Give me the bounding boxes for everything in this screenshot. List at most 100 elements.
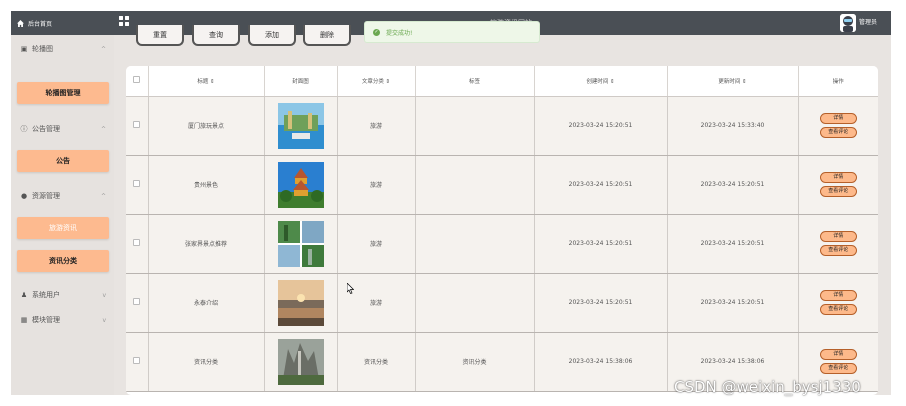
cell-tag — [415, 155, 535, 215]
column-header-updated[interactable]: 更新时间 ⇕ — [667, 66, 799, 97]
row-checkbox[interactable] — [133, 357, 141, 364]
data-table-card: 标题 ⇕ 封面图 文章分类 ⇕ 标签 创建时间 ⇕ 更新时间 ⇕ 操作 厦门旅玩… — [126, 66, 878, 395]
detail-button[interactable]: 详情 — [819, 349, 857, 360]
cell-category: 旅游 — [337, 96, 416, 156]
cover-image — [277, 279, 324, 326]
sidebar-menu-carousel[interactable]: ▣ 轮播图 ^ — [11, 38, 114, 60]
data-table: 标题 ⇕ 封面图 文章分类 ⇕ 标签 创建时间 ⇕ 更新时间 ⇕ 操作 厦门旅玩… — [126, 66, 878, 392]
home-link[interactable]: 后台首页 — [17, 11, 52, 35]
sidebar-menu-users[interactable]: ♟ 系统用户 v — [11, 284, 114, 306]
cell-created: 2023-03-24 15:20:51 — [534, 155, 668, 215]
sidebar-menu-label: 模块管理 — [32, 316, 60, 324]
location-icon: ● — [20, 192, 28, 200]
sidebar-menu-notice[interactable]: ⓘ 公告管理 ^ — [11, 118, 114, 140]
user-icon: ♟ — [20, 291, 28, 299]
sidebar-menu-label: 资源管理 — [32, 192, 60, 200]
admin-label[interactable]: 管理员 — [859, 11, 877, 35]
menu-toggle-icon[interactable] — [119, 16, 130, 27]
query-button[interactable]: 查询 — [192, 25, 240, 46]
row-checkbox[interactable] — [133, 239, 141, 246]
cell-tag — [415, 214, 535, 274]
row-checkbox[interactable] — [133, 298, 141, 305]
sidebar-item-notice[interactable]: 公告 — [17, 150, 109, 172]
table-header-row: 标题 ⇕ 封面图 文章分类 ⇕ 标签 创建时间 ⇕ 更新时间 ⇕ 操作 — [126, 66, 878, 97]
row-checkbox[interactable] — [133, 180, 141, 187]
cell-updated: 2023-03-24 15:20:51 — [667, 214, 799, 274]
detail-button[interactable]: 详情 — [819, 290, 857, 301]
cell-created: 2023-03-24 15:20:51 — [534, 273, 668, 333]
sidebar-menu-modules[interactable]: ▦ 模块管理 v — [11, 309, 114, 331]
sidebar-item-travel-news[interactable]: 旅游资讯 — [17, 217, 109, 239]
cell-title: 厦门旅玩景点 — [148, 96, 265, 156]
cell-title: 张家界景点推荐 — [148, 214, 265, 274]
cell-title: 资讯分类 — [148, 332, 265, 392]
app-window: 后台首页 旅游资讯网站 管理员 ✓ 提交成功! ▣ 轮播图 ^ 轮播图管理 ⓘ … — [11, 11, 891, 395]
toast-message: 提交成功! — [386, 29, 413, 37]
mouse-cursor-icon — [347, 283, 354, 294]
column-header-cover: 封面图 — [264, 66, 338, 97]
chevron-up-icon: ^ — [100, 125, 106, 133]
reset-button[interactable]: 重置 — [136, 25, 184, 46]
delete-button[interactable]: 删除 — [303, 25, 351, 46]
cell-created: 2023-03-24 15:20:51 — [534, 96, 668, 156]
select-all-checkbox[interactable] — [133, 76, 141, 84]
chevron-up-icon: ^ — [100, 192, 106, 200]
chevron-up-icon: ^ — [100, 45, 106, 53]
column-header-title[interactable]: 标题 ⇕ — [148, 66, 265, 97]
sidebar-menu-resources[interactable]: ● 资源管理 ^ — [11, 185, 114, 207]
sidebar-item-news-category[interactable]: 资讯分类 — [17, 250, 109, 272]
row-checkbox[interactable] — [133, 121, 141, 128]
check-icon: ✓ — [373, 28, 380, 36]
cell-updated: 2023-03-24 15:33:40 — [667, 96, 799, 156]
sidebar-menu-label: 轮播图 — [32, 45, 53, 53]
table-row: 张家界景点推荐 旅游 2023-03-24 15:20:51 2023-03-2… — [126, 214, 878, 274]
add-button[interactable]: 添加 — [248, 25, 296, 46]
cover-image — [277, 338, 324, 385]
sidebar-item-carousel-manage[interactable]: 轮播图管理 — [17, 82, 109, 104]
grid-icon: ▦ — [20, 316, 28, 324]
home-label: 后台首页 — [28, 20, 53, 28]
image-icon: ▣ — [20, 45, 28, 53]
cell-updated: 2023-03-24 15:20:51 — [667, 273, 799, 333]
sidebar-menu-label: 公告管理 — [32, 125, 60, 133]
view-comments-button[interactable]: 查看评论 — [819, 186, 857, 197]
view-comments-button[interactable]: 查看评论 — [819, 363, 857, 374]
view-comments-button[interactable]: 查看评论 — [819, 304, 857, 315]
column-header-tag: 标签 — [415, 66, 535, 97]
sidebar-menu-label: 系统用户 — [32, 291, 60, 299]
cover-image — [277, 161, 324, 208]
cover-image — [277, 102, 324, 149]
detail-button[interactable]: 详情 — [819, 113, 857, 124]
cell-category: 旅游 — [337, 273, 416, 333]
column-header-actions: 操作 — [798, 66, 878, 97]
column-header-created[interactable]: 创建时间 ⇕ — [534, 66, 668, 97]
success-toast: ✓ 提交成功! — [364, 21, 540, 43]
cell-title: 贵州景色 — [148, 155, 265, 215]
table-row: 贵州景色 旅游 2023-03-24 15:20:51 2023-03-24 1… — [126, 155, 878, 215]
view-comments-button[interactable]: 查看评论 — [819, 127, 857, 138]
detail-button[interactable]: 详情 — [819, 172, 857, 183]
column-header-category[interactable]: 文章分类 ⇕ — [337, 66, 416, 97]
chevron-down-icon: v — [102, 316, 106, 324]
cell-tag: 资讯分类 — [415, 332, 535, 392]
cell-created: 2023-03-24 15:38:06 — [534, 332, 668, 392]
sidebar: ▣ 轮播图 ^ 轮播图管理 ⓘ 公告管理 ^ 公告 ● 资源管理 ^ 旅游资讯 … — [11, 35, 114, 395]
select-all-header[interactable] — [126, 66, 149, 97]
cover-image — [277, 220, 324, 267]
info-icon: ⓘ — [20, 125, 28, 133]
cell-updated: 2023-03-24 15:20:51 — [667, 155, 799, 215]
cell-created: 2023-03-24 15:20:51 — [534, 214, 668, 274]
cell-tag — [415, 273, 535, 333]
home-icon — [17, 19, 24, 27]
cell-category: 旅游 — [337, 214, 416, 274]
cell-category: 资讯分类 — [337, 332, 416, 392]
view-comments-button[interactable]: 查看评论 — [819, 245, 857, 256]
avatar[interactable] — [840, 14, 856, 32]
cell-title: 永泰介绍 — [148, 273, 265, 333]
table-row: 厦门旅玩景点 旅游 2023-03-24 15:20:51 2023-03-24… — [126, 96, 878, 156]
detail-button[interactable]: 详情 — [819, 231, 857, 242]
chevron-down-icon: v — [102, 291, 106, 299]
table-row: 永泰介绍 旅游 2023-03-24 15:20:51 2023-03-24 1… — [126, 273, 878, 333]
watermark: CSDN @weixin_bysj1330 — [674, 378, 861, 396]
cell-tag — [415, 96, 535, 156]
